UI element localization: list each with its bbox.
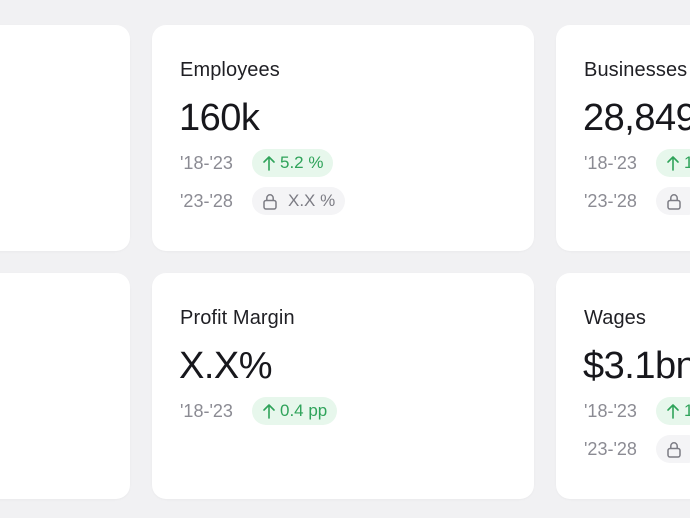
locked-badge[interactable]	[656, 187, 690, 215]
arrow-up-icon	[667, 404, 679, 419]
businesses-change-row-historic: '18-'23 1	[584, 149, 690, 177]
employees-change-row-historic: '18-'23 5.2 %	[180, 149, 334, 177]
businesses-card[interactable]: Businesses 28,849 '18-'23 1 '23-'28	[556, 25, 690, 251]
locked-badge[interactable]	[656, 435, 690, 463]
lock-icon	[667, 193, 681, 210]
period-label: '23-'28	[584, 438, 637, 459]
period-label: '23-'28	[180, 190, 233, 211]
profit-margin-value: X.X%	[179, 345, 273, 387]
period-label: '18-'23	[584, 152, 637, 173]
change-badge: 5.2 %	[252, 149, 334, 177]
change-badge: 1	[656, 397, 690, 425]
period-label: '18-'23	[180, 400, 233, 421]
period-label: '23-'28	[584, 190, 637, 211]
change-badge: 0.4 pp	[252, 397, 338, 425]
wages-value: $3.1bn	[583, 345, 690, 387]
employees-card[interactable]: Employees 160k '18-'23 5.2 % '23-'28 X.X…	[152, 25, 534, 251]
locked-badge[interactable]: X.X %	[252, 187, 346, 215]
wages-change-row-forecast: '23-'28	[584, 435, 690, 463]
wages-label: Wages	[584, 307, 647, 329]
arrow-up-icon	[263, 404, 275, 419]
lock-icon	[667, 441, 681, 458]
employees-change-row-forecast: '23-'28 X.X %	[180, 187, 346, 215]
change-value: 5.2 %	[280, 153, 324, 172]
employees-value: 160k	[179, 97, 260, 139]
profit-margin-card[interactable]: Profit Margin X.X% '18-'23 0.4 pp	[152, 273, 534, 499]
profit-margin-label: Profit Margin	[180, 307, 295, 329]
arrow-up-icon	[667, 156, 679, 171]
change-value: 1	[684, 401, 690, 420]
wages-change-row-historic: '18-'23 1	[584, 397, 690, 425]
businesses-value: 28,849	[583, 97, 690, 139]
change-value: 1	[684, 153, 690, 172]
arrow-up-icon	[263, 156, 275, 171]
profit-margin-change-row-historic: '18-'23 0.4 pp	[180, 397, 338, 425]
period-label: '18-'23	[180, 152, 233, 173]
businesses-change-row-forecast: '23-'28	[584, 187, 690, 215]
change-badge: 1	[656, 149, 690, 177]
wages-card[interactable]: Wages $3.1bn '18-'23 1 '23-'28	[556, 273, 690, 499]
metric-card-left-top	[0, 25, 130, 251]
employees-label: Employees	[180, 59, 280, 81]
metric-card-left-bottom	[0, 273, 130, 499]
change-value: 0.4 pp	[280, 401, 328, 420]
businesses-label: Businesses	[584, 59, 688, 81]
lock-icon	[263, 193, 277, 210]
locked-value: X.X %	[288, 191, 336, 210]
period-label: '18-'23	[584, 400, 637, 421]
